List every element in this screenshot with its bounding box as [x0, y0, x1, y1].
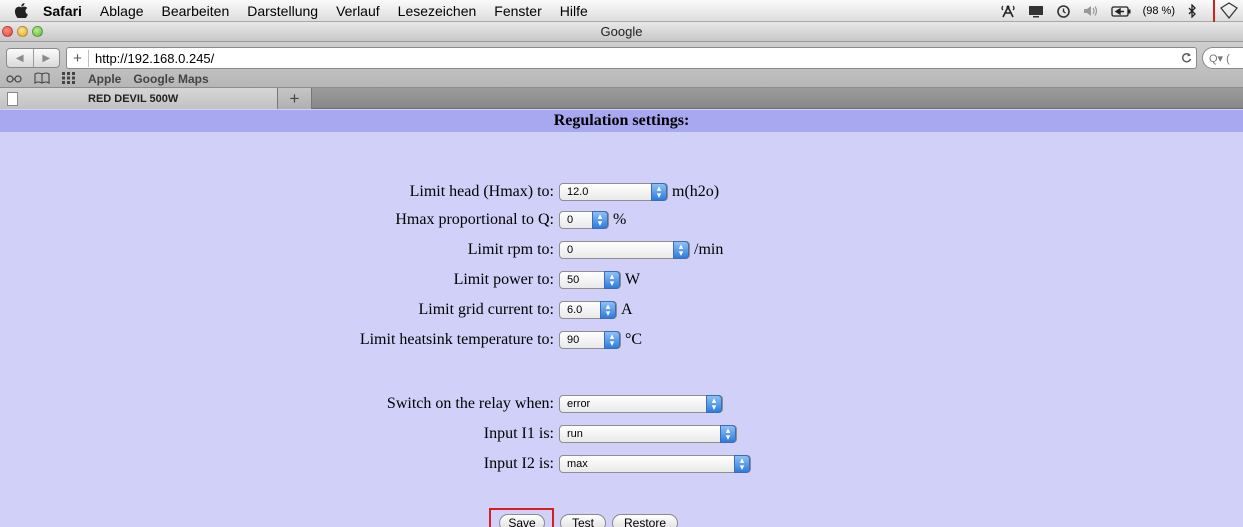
- select-arrows-icon: ▴ ▾: [673, 241, 689, 259]
- field-label: Limit heatsink temperature to:: [359, 331, 554, 348]
- add-bookmark-icon[interactable]: +: [67, 49, 89, 67]
- hmax-proportional-select[interactable]: 0 ▴ ▾: [559, 211, 609, 229]
- field-row-limit-grid-current: Limit grid current to: 6.0 ▴ ▾ A: [0, 299, 1243, 321]
- field-label: Limit power to:: [453, 271, 554, 288]
- battery-icon[interactable]: [1110, 5, 1131, 17]
- restore-button[interactable]: Restore: [612, 514, 678, 527]
- input-i1-select[interactable]: run ▴ ▾: [559, 425, 737, 443]
- minimize-window-button[interactable]: [17, 26, 28, 37]
- field-row-relay: Switch on the relay when: error ▴ ▾: [0, 393, 1243, 415]
- display-icon[interactable]: [1028, 5, 1044, 18]
- menu-bar: Safari Ablage Bearbeiten Darstellung Ver…: [0, 0, 1243, 38]
- field-label: Limit grid current to:: [418, 301, 554, 318]
- menu-lesezeichen[interactable]: Lesezeichen: [389, 3, 486, 19]
- page-content: Regulation settings: Limit head (Hmax) t…: [0, 110, 1243, 527]
- navigation-buttons: ◀ ▶: [6, 48, 60, 68]
- select-arrows-icon: ▴ ▾: [706, 395, 722, 413]
- select-arrows-icon: ▴ ▾: [734, 455, 750, 473]
- limit-power-select[interactable]: 50 ▴ ▾: [559, 271, 621, 289]
- browser-toolbar: ◀ ▶ + http://192.168.0.245/ Q▾ ( Apple G…: [0, 42, 1243, 88]
- page-title: Regulation settings:: [0, 110, 1243, 132]
- tab-title: RED DEVIL 500W: [88, 92, 179, 105]
- field-unit: A: [621, 301, 633, 318]
- page-favicon-icon: [7, 91, 18, 106]
- field-label: Input I1 is:: [483, 425, 554, 442]
- bluetooth-icon[interactable]: [1187, 4, 1197, 18]
- field-row-input-i2: Input I2 is: max ▴ ▾: [0, 453, 1243, 475]
- field-label: Input I2 is:: [483, 455, 554, 472]
- select-arrows-icon: ▴ ▾: [592, 211, 608, 229]
- window-controls: [2, 26, 43, 37]
- save-button-highlight: [489, 508, 554, 527]
- field-unit: °C: [625, 331, 643, 348]
- reading-list-icon[interactable]: [6, 72, 22, 86]
- window-title-bar: Google: [0, 22, 1243, 42]
- field-row-limit-heatsink-temperature: Limit heatsink temperature to: 90 ▴ ▾ °C: [0, 329, 1243, 351]
- new-tab-button[interactable]: +: [278, 88, 312, 109]
- forward-button[interactable]: ▶: [32, 49, 60, 67]
- relay-condition-select[interactable]: error ▴ ▾: [559, 395, 723, 413]
- url-field[interactable]: http://192.168.0.245/: [89, 51, 1176, 66]
- select-arrows-icon: ▴ ▾: [600, 301, 616, 319]
- input-i2-select[interactable]: max ▴ ▾: [559, 455, 751, 473]
- field-unit: %: [613, 211, 627, 228]
- window-title: Google: [600, 24, 643, 39]
- field-row-limit-power: Limit power to: 50 ▴ ▾ W: [0, 269, 1243, 291]
- field-row-limit-rpm: Limit rpm to: 0 ▴ ▾ /min: [0, 239, 1243, 261]
- spotlight-icon[interactable]: [1219, 2, 1239, 23]
- field-row-hmax-proportional: Hmax proportional to Q: 0 ▴ ▾ %: [0, 209, 1243, 231]
- select-arrows-icon: ▴ ▾: [604, 331, 620, 349]
- field-unit: /min: [694, 241, 724, 258]
- back-button[interactable]: ◀: [7, 49, 33, 67]
- time-machine-icon[interactable]: [1056, 4, 1071, 19]
- menu-darstellung[interactable]: Darstellung: [238, 3, 327, 19]
- limit-grid-current-select[interactable]: 6.0 ▴ ▾: [559, 301, 617, 319]
- menu-bearbeiten[interactable]: Bearbeiten: [153, 3, 239, 19]
- address-bar[interactable]: + http://192.168.0.245/: [66, 47, 1197, 69]
- field-row-input-i1: Input I1 is: run ▴ ▾: [0, 423, 1243, 445]
- menu-verlauf[interactable]: Verlauf: [327, 3, 389, 19]
- limit-heatsink-temperature-select[interactable]: 90 ▴ ▾: [559, 331, 621, 349]
- tab-bar: RED DEVIL 500W +: [0, 88, 1243, 109]
- bookmark-apple[interactable]: Apple: [88, 72, 121, 86]
- select-arrows-icon: ▴ ▾: [720, 425, 736, 443]
- form-buttons: Save Test Restore: [0, 510, 1243, 527]
- field-unit: W: [625, 271, 641, 288]
- status-area: (98 %): [1000, 0, 1203, 22]
- battery-percentage: (98 %): [1142, 5, 1175, 17]
- menu-hilfe[interactable]: Hilfe: [551, 3, 597, 19]
- menu-safari[interactable]: Safari: [34, 3, 91, 19]
- zoom-window-button[interactable]: [32, 26, 43, 37]
- reload-icon[interactable]: [1176, 51, 1196, 66]
- volume-icon[interactable]: [1083, 5, 1099, 17]
- wireless-icon[interactable]: [1000, 4, 1016, 18]
- select-arrows-icon: ▴ ▾: [604, 271, 620, 289]
- apple-menu-icon[interactable]: [8, 3, 34, 18]
- field-unit: m(h2o): [672, 183, 720, 200]
- bookmarks-bar: Apple Google Maps: [6, 70, 209, 88]
- bookmark-google-maps[interactable]: Google Maps: [133, 72, 208, 86]
- search-field[interactable]: Q▾ (: [1202, 47, 1243, 69]
- limit-head-select[interactable]: 12.0 ▴ ▾: [559, 183, 668, 201]
- limit-rpm-select[interactable]: 0 ▴ ▾: [559, 241, 690, 259]
- top-sites-grid-icon[interactable]: [62, 71, 76, 87]
- field-row-limit-head: Limit head (Hmax) to: 12.0 ▴ ▾ m(h2o): [0, 181, 1243, 203]
- field-label: Switch on the relay when:: [386, 395, 554, 412]
- close-window-button[interactable]: [2, 26, 13, 37]
- menu-ablage[interactable]: Ablage: [91, 3, 153, 19]
- bookmarks-book-icon[interactable]: [34, 71, 50, 87]
- menu-fenster[interactable]: Fenster: [485, 3, 550, 19]
- tab-red-devil[interactable]: RED DEVIL 500W: [0, 88, 278, 109]
- field-label: Limit head (Hmax) to:: [409, 183, 554, 200]
- field-label: Hmax proportional to Q:: [395, 211, 554, 228]
- select-arrows-icon: ▴ ▾: [651, 183, 667, 201]
- field-label: Limit rpm to:: [467, 241, 554, 258]
- test-button[interactable]: Test: [560, 514, 606, 527]
